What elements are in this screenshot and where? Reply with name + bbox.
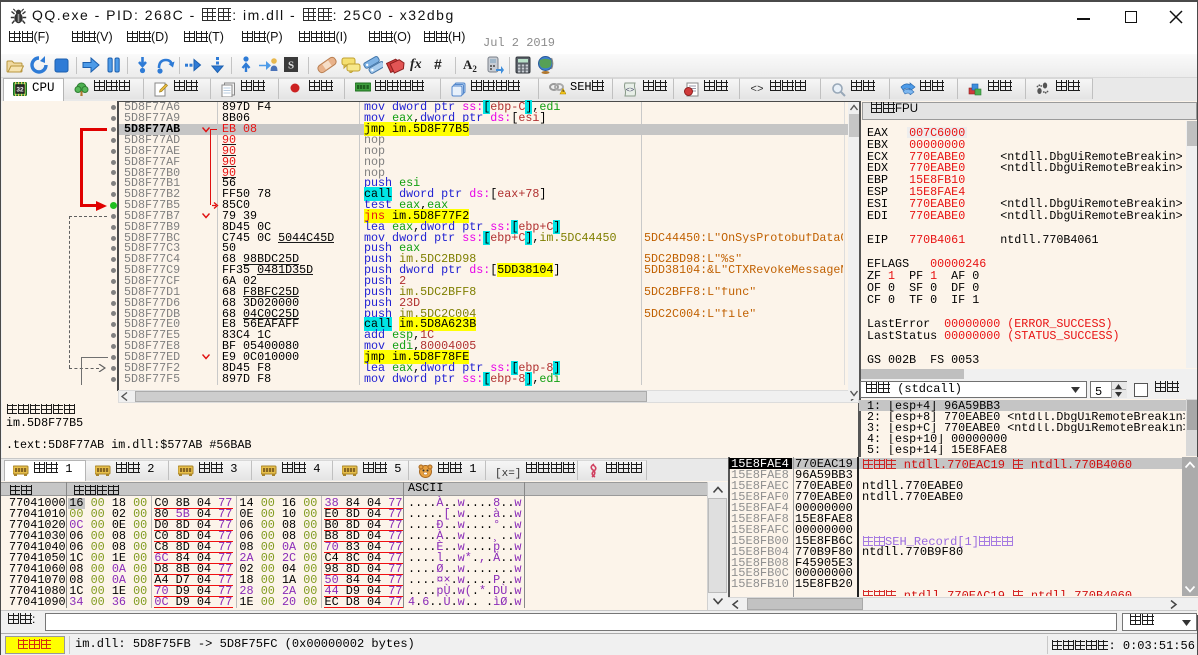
svg-text:S: S [288,60,294,72]
svg-text:32: 32 [16,86,24,93]
svg-text:<>: <> [626,87,634,95]
svg-text:<>: <> [750,84,763,94]
